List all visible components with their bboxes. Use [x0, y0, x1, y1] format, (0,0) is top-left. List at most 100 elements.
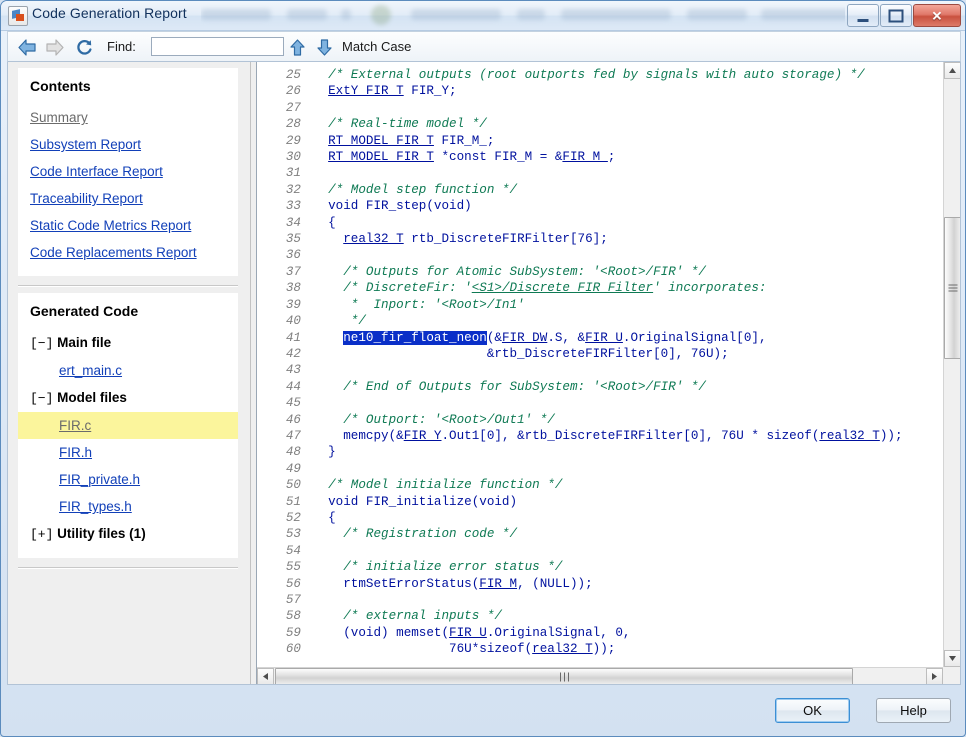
file-link-ert-main-c[interactable]: ert_main.c — [59, 357, 226, 384]
sidebar-divider-bottom — [18, 567, 238, 569]
code-type-link[interactable]: real32_T — [819, 429, 879, 443]
code-type-link[interactable]: real32_T — [532, 642, 592, 656]
line-number: 54 — [285, 543, 301, 558]
line-number: 43 — [285, 363, 301, 378]
collapse-toggle-icon[interactable]: [−] — [30, 391, 53, 406]
code-text: (void) memset( — [313, 625, 450, 640]
code-comment: /* Real-time model */ — [313, 117, 487, 132]
code-text: .OriginalSignal, 0, — [486, 625, 631, 640]
line-number: 46 — [285, 412, 301, 427]
file-link-fir-c[interactable]: FIR.c — [59, 412, 226, 439]
line-number: 53 — [285, 527, 301, 542]
code-type-link[interactable]: RT_MODEL_FIR_T — [328, 150, 434, 164]
sidebar-link-traceability-report[interactable]: Traceability Report — [30, 185, 226, 212]
code-type-link[interactable]: FIR_M — [479, 577, 517, 591]
code-text: )); — [879, 428, 903, 443]
scroll-up-icon[interactable] — [944, 62, 960, 79]
collapse-toggle-icon[interactable]: [−] — [30, 336, 53, 351]
code-type-link[interactable]: ExtY_FIR_T — [328, 84, 404, 98]
line-number: 33 — [285, 199, 301, 214]
pane-splitter[interactable] — [248, 62, 256, 684]
scroll-left-icon[interactable] — [257, 668, 274, 684]
generated-code-panel: Generated Code [−] Main file ert_main.c … — [18, 293, 238, 558]
file-link-fir-types-h[interactable]: FIR_types.h — [59, 493, 226, 520]
find-label: Find: — [107, 39, 136, 54]
code-text: (& — [486, 330, 502, 345]
line-number: 40 — [285, 314, 301, 329]
close-button[interactable]: ✕ — [913, 4, 961, 27]
expand-toggle-icon[interactable]: [+] — [30, 527, 53, 542]
code-type-link[interactable]: FIR_M_ — [562, 150, 607, 164]
sidebar-link-code-interface-report[interactable]: Code Interface Report — [30, 158, 226, 185]
tree-group-utility-files[interactable]: [+] Utility files (1) — [30, 520, 226, 548]
code-block-link[interactable]: <S1>/Discrete FIR Filter — [472, 281, 653, 295]
sidebar-link-static-code-metrics-report[interactable]: Static Code Metrics Report — [30, 212, 226, 239]
tree-children-model-files: FIR.h FIR_private.h FIR_types.h — [30, 439, 226, 520]
line-number: 36 — [285, 248, 301, 263]
file-link-fir-private-h[interactable]: FIR_private.h — [59, 466, 226, 493]
code-text: rtb_DiscreteFIRFilter[76]; — [403, 232, 608, 247]
ok-button[interactable]: OK — [775, 698, 850, 723]
line-number: 26 — [285, 84, 301, 99]
back-arrow-icon[interactable] — [17, 39, 37, 56]
code-comment: /* Outport: '<Root>/Out1' */ — [313, 412, 555, 427]
scroll-down-icon[interactable] — [944, 650, 960, 667]
content-area: Contents Summary Subsystem Report Code I… — [7, 62, 961, 685]
match-case-label[interactable]: Match Case — [342, 39, 411, 54]
code-comment: /* Registration code */ — [313, 527, 518, 542]
title-bar: Code Generation Report ✕ — [1, 1, 965, 31]
tree-group-label: Main file — [57, 335, 112, 350]
tree-group-model-files[interactable]: [−] Model files — [30, 384, 226, 412]
window-title: Code Generation Report — [32, 5, 187, 21]
source-code[interactable]: 25 /* External outputs (root outports fe… — [257, 62, 943, 658]
code-comment: /* DiscreteFir: ' — [313, 281, 472, 296]
maximize-button[interactable] — [880, 4, 912, 27]
help-button[interactable]: Help — [876, 698, 951, 723]
code-type-link[interactable]: RT_MODEL_FIR_T — [328, 134, 434, 148]
sidebar-link-summary[interactable]: Summary — [30, 104, 226, 131]
code-type-link[interactable]: FIR_U — [585, 331, 623, 345]
file-link-fir-c-selected[interactable]: FIR.c — [18, 412, 238, 439]
line-number: 31 — [285, 166, 301, 181]
code-text: void FIR_initialize(void) — [313, 494, 518, 509]
minimize-button[interactable] — [847, 4, 879, 27]
horizontal-scrollbar[interactable] — [257, 667, 943, 684]
code-comment: /* Model step function */ — [313, 182, 518, 197]
file-link-fir-h[interactable]: FIR.h — [59, 439, 226, 466]
sidebar-link-code-replacements-report[interactable]: Code Replacements Report — [30, 239, 226, 266]
sidebar-link-subsystem-report[interactable]: Subsystem Report — [30, 131, 226, 158]
code-type-link[interactable]: FIR_Y — [404, 429, 442, 443]
code-type-link[interactable]: real32_T — [343, 232, 403, 246]
code-scroll-region: 25 /* External outputs (root outports fe… — [257, 62, 943, 667]
code-text: memcpy(& — [313, 428, 404, 443]
contents-heading: Contents — [30, 78, 91, 94]
vertical-scroll-thumb[interactable] — [944, 217, 960, 359]
find-previous-icon[interactable] — [288, 38, 307, 57]
scroll-right-icon[interactable] — [926, 668, 943, 684]
vertical-scrollbar[interactable] — [943, 62, 960, 667]
code-selection[interactable]: ne10_fir_float_neon — [343, 330, 487, 345]
code-text: void FIR_step(void) — [313, 199, 472, 214]
refresh-icon[interactable] — [74, 39, 94, 56]
code-type-link[interactable]: FIR_U — [449, 626, 487, 640]
scrollbar-corner — [943, 667, 960, 684]
line-number: 37 — [285, 264, 301, 279]
line-number: 35 — [285, 232, 301, 247]
code-text: .Out1[0], &rtb_DiscreteFIRFilter[0], 76U… — [441, 428, 820, 443]
code-type-link[interactable]: FIR_DW — [502, 331, 547, 345]
tree-group-label: Model files — [57, 390, 127, 405]
code-text: *const FIR_M = & — [433, 150, 563, 165]
tree-group-main-file[interactable]: [−] Main file — [30, 329, 226, 357]
line-number: 47 — [285, 428, 301, 443]
line-number: 29 — [285, 133, 301, 148]
line-number: 25 — [285, 68, 301, 82]
find-next-icon[interactable] — [315, 38, 334, 57]
forward-arrow-icon — [45, 39, 65, 56]
code-text: , (NULL)); — [517, 576, 593, 591]
report-icon — [8, 6, 28, 26]
search-input[interactable] — [151, 37, 284, 56]
horizontal-scroll-thumb[interactable] — [275, 668, 853, 684]
